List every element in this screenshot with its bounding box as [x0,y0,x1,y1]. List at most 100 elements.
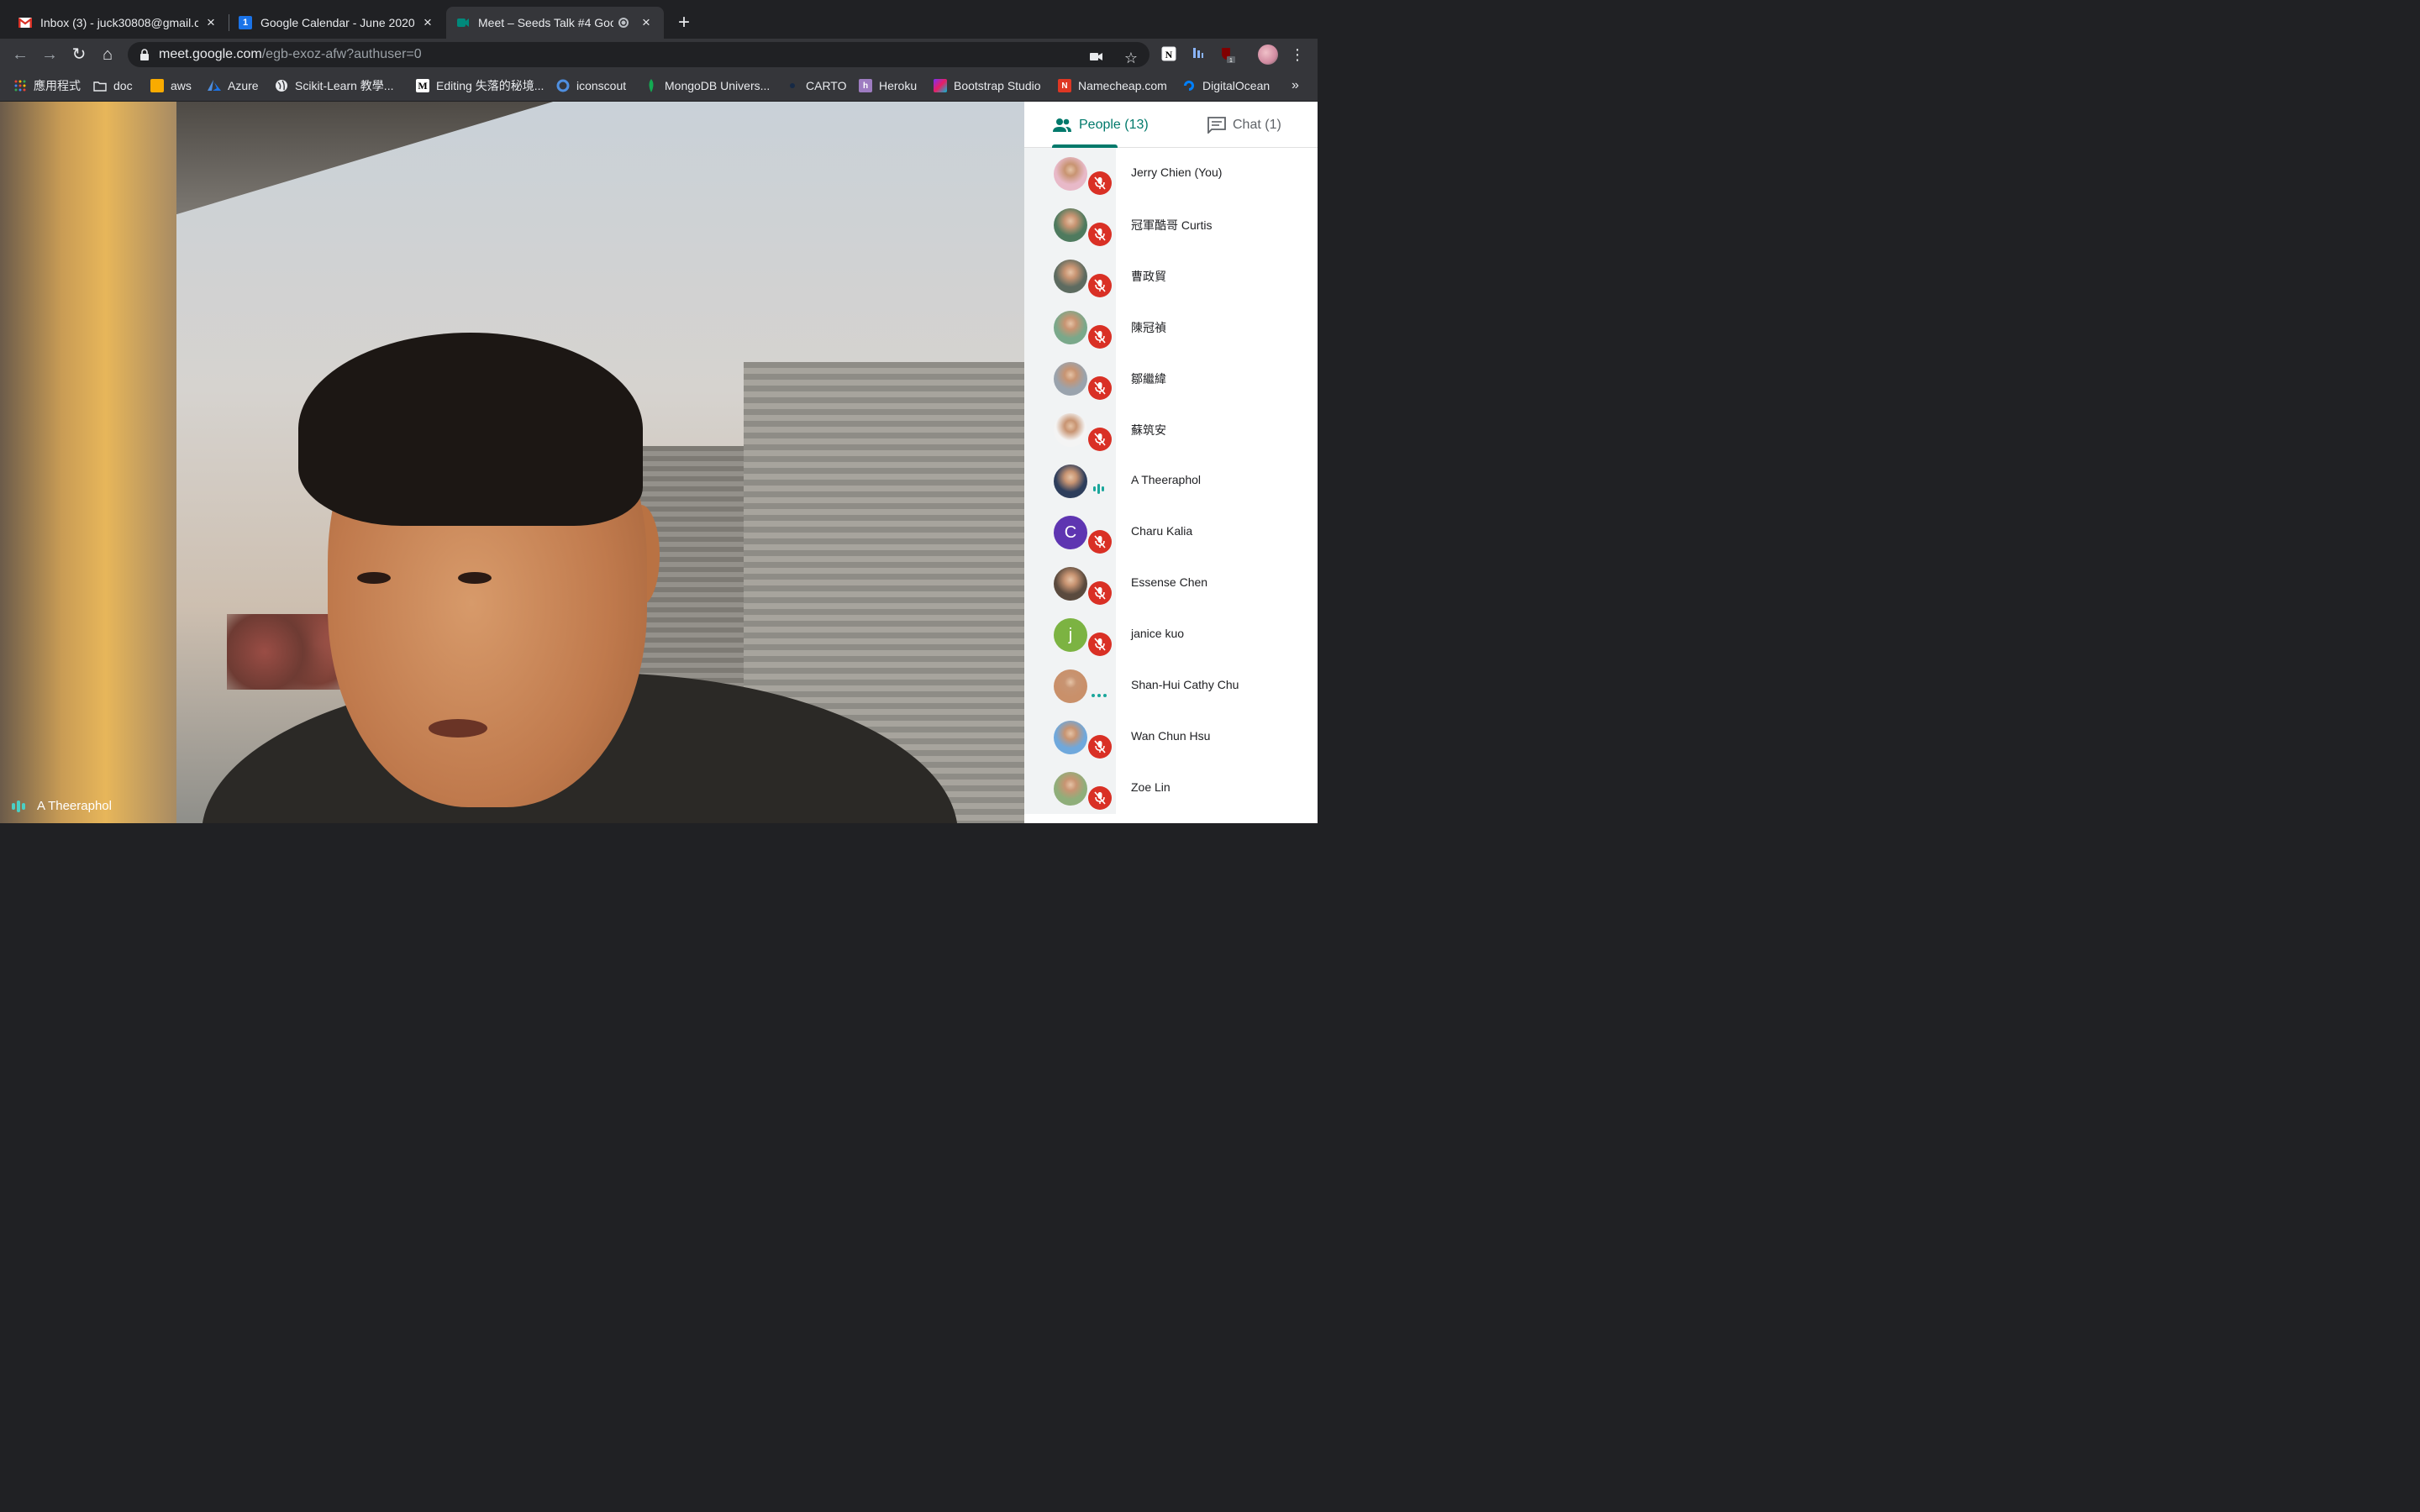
participant-name: 蘇筑安 [1131,423,1166,437]
participant-avatar [1054,465,1087,498]
lock-icon [140,49,149,60]
mic-off-icon [1088,376,1112,400]
namecheap-icon: N [1058,79,1071,92]
tab-title: Google Calendar - June 2020 [260,16,415,29]
bookmark-doc[interactable]: doc [93,77,133,94]
tab-chat[interactable]: Chat (1) [1207,102,1281,148]
participant-row[interactable]: 鄒繼緯 [1024,353,1318,404]
bookmark-scikit-learn[interactable]: Scikit-Learn 教學... [275,77,393,94]
tab-calendar[interactable]: 1 Google Calendar - June 2020 × [229,7,445,39]
participant-row[interactable]: Wan Chun Hsu [1024,711,1318,763]
address-bar[interactable]: meet.google.com/egb-exoz-afw?authuser=0 … [128,42,1150,67]
video-person-mouth [429,719,487,738]
mic-off-icon [1088,223,1112,246]
mic-off-icon [1088,274,1112,297]
close-tab-icon[interactable]: × [420,14,435,31]
bookmark-azure[interactable]: Azure [208,77,259,94]
participant-avatar [1054,260,1087,293]
globe-icon [275,79,288,92]
bookmark-medium[interactable]: M Editing 失落的秘境... [416,77,544,94]
notion-extension-icon[interactable]: N [1160,46,1177,63]
azure-icon [208,79,221,92]
meet-icon [456,16,470,29]
video-person-eye [357,572,391,584]
participant-row[interactable]: 陳冠禎 [1024,302,1318,353]
participant-avatar [1054,413,1087,447]
participant-avatar: j [1054,618,1087,652]
participant-name: 陳冠禎 [1131,321,1166,334]
panel-tabs: People (13) Chat (1) [1024,102,1318,148]
browser-tab-strip: Inbox (3) - juck30808@gmail.c × 1 Google… [0,0,1318,39]
participant-row[interactable]: Jerry Chien (You) [1024,148,1318,199]
participant-row[interactable]: 曹政貿 [1024,250,1318,302]
bookmark-bootstrap-studio[interactable]: Bootstrap Studio [934,77,1041,94]
back-icon[interactable]: ← [8,43,32,66]
bars-extension-icon[interactable] [1190,46,1207,63]
bookmark-aws[interactable]: aws [150,77,192,94]
ublock-extension-icon[interactable]: 1 [1219,46,1236,64]
participant-row[interactable]: A Theeraphol [1024,455,1318,507]
bookmark-mongodb[interactable]: MongoDB Univers... [644,77,770,94]
home-icon[interactable]: ⌂ [96,43,119,66]
mic-off-icon [1088,530,1112,554]
participant-row[interactable]: C Charu Kalia [1024,507,1318,558]
close-tab-icon[interactable]: × [639,14,654,31]
participant-avatar [1054,721,1087,754]
tab-meet[interactable]: Meet – Seeds Talk #4 Goog × [446,7,664,39]
participant-name: 冠軍酷哥 Curtis [1131,218,1213,232]
participant-avatar: C [1054,516,1087,549]
participant-name: 曹政貿 [1131,270,1166,283]
digitalocean-icon [1182,79,1196,92]
profile-avatar[interactable] [1258,45,1278,65]
bookmark-apps[interactable]: 應用程式 [13,77,81,94]
participant-row[interactable]: Shan-Hui Cathy Chu [1024,660,1318,711]
camera-icon[interactable] [1088,50,1105,66]
bootstrap-icon [934,79,947,92]
people-panel: People (13) Chat (1) Jerry Chien (You) 冠軍… [1024,102,1318,823]
bookmark-digitalocean[interactable]: DigitalOcean [1182,77,1270,94]
iconscout-icon [556,79,570,92]
bookmark-carto[interactable]: CARTO [786,77,847,94]
participant-name: Essense Chen [1131,575,1208,589]
mic-off-icon [1088,581,1112,605]
participant-avatar [1054,669,1087,703]
bookmarks-bar: 應用程式 doc aws Azure Scikit-Learn 教學... ME… [0,71,1318,102]
speaker-name-label: A Theeraphol [12,799,112,813]
speaking-indicator-icon [12,800,25,812]
reload-icon[interactable]: ↻ [67,43,91,66]
participant-avatar [1054,772,1087,806]
video-person-eye [458,572,492,584]
participant-name: A Theeraphol [1131,473,1202,486]
participant-avatar [1054,567,1087,601]
tab-gmail[interactable]: Inbox (3) - juck30808@gmail.c × [8,7,229,39]
close-tab-icon[interactable]: × [203,14,218,31]
tab-people[interactable]: People (13) [1052,102,1149,148]
new-tab-button[interactable]: + [674,11,694,34]
participant-row[interactable]: Zoe Lin [1024,763,1318,814]
bookmark-iconscout[interactable]: iconscout [556,77,626,94]
svg-text:N: N [1165,49,1173,60]
mic-off-icon [1088,171,1112,195]
participant-row[interactable]: j janice kuo [1024,609,1318,660]
more-menu-icon[interactable]: ⋮ [1289,46,1306,63]
participant-row[interactable]: 蘇筑安 [1024,404,1318,455]
participant-row[interactable]: Essense Chen [1024,558,1318,609]
speaking-indicator-icon [1093,484,1104,494]
recording-indicator-icon [618,18,629,28]
tab-title: Meet – Seeds Talk #4 Goog [478,16,613,29]
star-icon[interactable]: ☆ [1123,50,1139,66]
bookmark-namecheap[interactable]: N Namecheap.com [1058,77,1167,94]
url-text: meet.google.com/egb-exoz-afw?authuser=0 [159,47,422,61]
bookmark-heroku[interactable]: h Heroku [859,77,917,94]
main-video-feed[interactable]: A Theeraphol [0,102,1024,823]
more-bookmarks-icon[interactable]: » [1292,77,1299,94]
participant-avatar [1054,362,1087,396]
chat-icon [1207,116,1226,134]
svg-text:1: 1 [1229,58,1233,63]
mongodb-icon [644,79,658,92]
forward-icon[interactable]: → [38,43,61,66]
people-icon [1053,118,1071,132]
participant-row[interactable]: 冠軍酷哥 Curtis [1024,199,1318,250]
tab-title: Inbox (3) - juck30808@gmail.c [40,16,198,29]
participant-name: Shan-Hui Cathy Chu [1131,678,1239,691]
